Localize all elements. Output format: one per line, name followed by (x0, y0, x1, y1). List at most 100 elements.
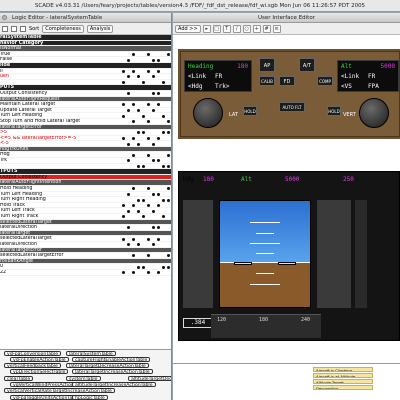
truth-cell-dot[interactable] (132, 254, 135, 258)
calib-button[interactable]: CALIB (259, 76, 275, 86)
logic-table-row[interactable]: 22 (0, 270, 171, 276)
truth-cell-dot[interactable] (142, 114, 145, 118)
table-node[interactable]: lateralSystemTable (66, 350, 116, 357)
legend-item[interactable]: Altitude Target (313, 379, 373, 384)
select-tool-icon[interactable]: ▸ (202, 24, 211, 33)
truth-cell-dot[interactable] (122, 215, 125, 219)
auto-flt-button[interactable]: AUTO FLT (279, 102, 305, 112)
table-node[interactable]: vsFpaConversionTable (4, 350, 62, 357)
truth-cell-dot[interactable] (157, 69, 160, 73)
truth-cell-dot[interactable] (137, 164, 140, 168)
truth-cell-dot[interactable] (157, 226, 160, 230)
zoom-tool-icon[interactable]: + (252, 24, 261, 33)
truth-cell-dot[interactable] (142, 81, 145, 85)
legend-item[interactable]: Aircraft is at Altitude (313, 373, 373, 378)
truth-cell-dot[interactable] (127, 192, 130, 196)
truth-cell-dot[interactable] (147, 153, 150, 157)
truth-cell-dot[interactable] (142, 215, 145, 219)
truth-cell-dot[interactable] (132, 187, 135, 191)
ap-button[interactable]: AP (259, 58, 275, 72)
truth-cell-dot[interactable] (162, 198, 165, 202)
table-node[interactable]: clearTable (4, 375, 34, 382)
truth-cell-dot[interactable] (132, 237, 135, 241)
truth-cell-dot[interactable] (167, 120, 170, 124)
lat-hold-button[interactable]: HOLD (243, 106, 257, 116)
align-tool-icon[interactable]: ≡ (272, 24, 281, 33)
truth-cell-dot[interactable] (147, 103, 150, 107)
table-node[interactable]: altitudeTargetDecreaseActionTable (128, 375, 171, 382)
table-node[interactable]: lateralTargetDecreaseActionTable (66, 363, 149, 369)
truth-cell-dot[interactable] (152, 58, 155, 62)
truth-cell-dot[interactable] (152, 142, 155, 146)
table-node[interactable]: verticalVerticalRateTargetIncreaseAction… (4, 388, 115, 394)
sort-checkbox[interactable] (20, 25, 26, 32)
truth-cell-dot[interactable] (152, 209, 155, 213)
truth-cell-dot[interactable] (162, 114, 165, 118)
truth-cell-dot[interactable] (132, 153, 135, 157)
at-button[interactable]: A/T (299, 58, 315, 72)
circle-tool-icon[interactable]: ○ (242, 24, 251, 33)
truth-cell-dot[interactable] (152, 192, 155, 196)
truth-cell-dot[interactable] (147, 204, 150, 208)
fd-button[interactable]: FD (279, 76, 295, 86)
truth-cell-dot[interactable] (147, 136, 150, 140)
truth-cell-dot[interactable] (147, 237, 150, 241)
truth-cell-dot[interactable] (137, 131, 140, 135)
line-tool-icon[interactable]: / (232, 24, 241, 33)
truth-cell-dot[interactable] (157, 271, 160, 275)
filter-checkbox[interactable] (11, 25, 17, 32)
truth-cell-dot[interactable] (157, 103, 160, 107)
truth-cell-dot[interactable] (127, 243, 130, 247)
truth-cell-dot[interactable] (122, 69, 125, 73)
truth-cell-dot[interactable] (147, 69, 150, 73)
analysis-button[interactable]: Analysis (86, 24, 114, 33)
truth-cell-dot[interactable] (137, 109, 140, 113)
truth-cell-dot[interactable] (162, 215, 165, 219)
truth-cell-dot[interactable] (127, 159, 130, 163)
truth-cell-dot[interactable] (137, 265, 140, 269)
truth-cell-dot[interactable] (132, 69, 135, 73)
truth-cell-dot[interactable] (147, 53, 150, 57)
truth-cell-dot[interactable] (127, 226, 130, 230)
truth-cell-dot[interactable] (132, 103, 135, 107)
truth-cell-dot[interactable] (157, 159, 160, 163)
truth-cell-dot[interactable] (147, 271, 150, 275)
truth-cell-dot[interactable] (127, 75, 130, 79)
truth-cell-dot[interactable] (167, 265, 170, 269)
truth-cell-dot[interactable] (152, 226, 155, 230)
truth-cell-dot[interactable] (132, 271, 135, 275)
truth-cell-dot[interactable] (122, 81, 125, 85)
truth-cell-dot[interactable] (167, 164, 170, 168)
close-icon[interactable] (2, 15, 7, 20)
text-tool-icon[interactable]: T (222, 24, 231, 33)
altitude-knob[interactable] (359, 98, 389, 128)
truth-cell-dot[interactable] (142, 265, 145, 269)
truth-cell-dot[interactable] (152, 75, 155, 79)
vert-hold-button[interactable]: HOLD (327, 106, 341, 116)
truth-cell-dot[interactable] (122, 271, 125, 275)
truth-cell-dot[interactable] (122, 136, 125, 140)
truth-cell-dot[interactable] (132, 204, 135, 208)
truth-cell-dot[interactable] (167, 187, 170, 191)
truth-cell-dot[interactable] (157, 136, 160, 140)
truth-cell-dot[interactable] (157, 58, 160, 62)
truth-cell-dot[interactable] (147, 120, 150, 124)
table-node[interactable]: systemTable (66, 375, 101, 382)
heading-knob[interactable] (193, 98, 223, 128)
completeness-button[interactable]: Completeness (42, 24, 84, 33)
truth-cell-dot[interactable] (142, 164, 145, 168)
fpa-softkey[interactable]: FPA (368, 83, 379, 90)
truth-cell-dot[interactable] (127, 142, 130, 146)
truth-cell-dot[interactable] (162, 131, 165, 135)
add-button[interactable]: Add >> (175, 24, 201, 33)
truth-cell-dot[interactable] (147, 187, 150, 191)
truth-cell-dot[interactable] (132, 53, 135, 57)
rect-tool-icon[interactable]: □ (212, 24, 221, 33)
truth-cell-dot[interactable] (127, 92, 130, 96)
truth-cell-dot[interactable] (157, 192, 160, 196)
truth-cell-dot[interactable] (152, 243, 155, 247)
truth-cell-dot[interactable] (162, 164, 165, 168)
comp-button[interactable]: COMP (317, 76, 333, 86)
truth-cell-dot[interactable] (167, 153, 170, 157)
truth-cell-dot[interactable] (157, 237, 160, 241)
